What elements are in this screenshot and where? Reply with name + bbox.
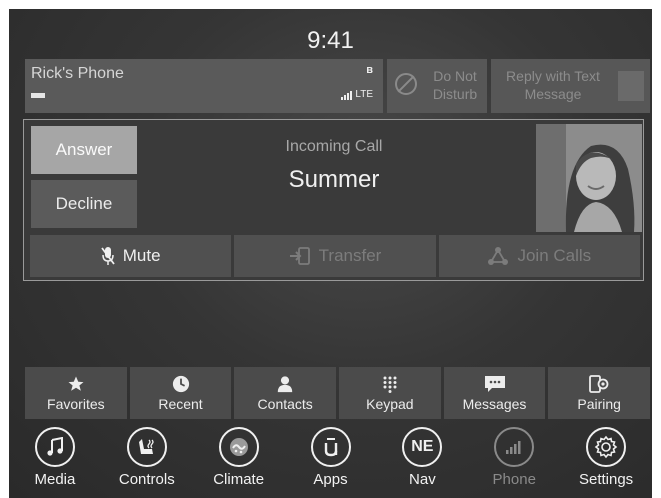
network-label: LTE	[355, 89, 373, 100]
tab-recent-label: Recent	[158, 395, 203, 412]
tab-keypad[interactable]: Keypad	[339, 367, 441, 419]
tab-favorites[interactable]: Favorites	[25, 367, 127, 419]
join-calls-button[interactable]: Join Calls	[438, 235, 640, 277]
compass-heading: NE	[411, 438, 434, 455]
compass-icon: NE	[402, 427, 443, 467]
nav-apps-label: Apps	[313, 471, 348, 488]
reply-thumbnail	[618, 71, 644, 101]
nav-controls-label: Controls	[118, 471, 175, 488]
tab-recent[interactable]: Recent	[129, 367, 232, 419]
apps-icon	[310, 427, 351, 467]
decline-button[interactable]: Decline	[31, 180, 137, 228]
nav-phone[interactable]: Phone	[468, 425, 560, 498]
incoming-call-panel: Answer Decline Incoming Call Summer Mute…	[23, 119, 644, 281]
join-calls-label: Join Calls	[517, 246, 592, 265]
signal-indicator: LTE	[341, 89, 373, 100]
keypad-icon	[382, 375, 398, 393]
phone-signal-icon	[494, 427, 535, 467]
incoming-call-label: Incoming Call	[285, 138, 383, 155]
phone-name: Rick's Phone	[31, 65, 124, 82]
main-nav-bar: Media Controls Climate Apps NE Nav Phone…	[9, 425, 652, 498]
nav-nav-label: Nav	[409, 471, 436, 488]
nav-settings[interactable]: Settings	[560, 425, 652, 498]
nav-nav[interactable]: NE Nav	[376, 425, 468, 498]
battery-icon	[31, 93, 45, 98]
gear-icon	[586, 427, 627, 467]
call-action-bar: Mute Transfer Join Calls	[30, 235, 640, 277]
answer-button[interactable]: Answer	[31, 126, 137, 174]
transfer-button[interactable]: Transfer	[234, 235, 436, 277]
nav-settings-label: Settings	[578, 471, 634, 488]
do-not-disturb-button[interactable]: Do Not Disturb	[387, 59, 487, 113]
transfer-label: Transfer	[318, 246, 382, 265]
mute-label: Mute	[122, 246, 161, 265]
message-icon	[484, 375, 506, 393]
nav-media[interactable]: Media	[9, 425, 101, 498]
person-icon	[276, 375, 294, 393]
tab-messages-label: Messages	[462, 395, 527, 412]
tab-pairing-label: Pairing	[577, 395, 621, 412]
music-note-icon	[34, 427, 75, 467]
tab-keypad-label: Keypad	[366, 395, 414, 412]
nav-climate[interactable]: Climate	[193, 425, 285, 498]
clock: 9:41	[307, 27, 354, 54]
tab-contacts[interactable]: Contacts	[234, 367, 337, 419]
caller-photo	[536, 124, 642, 232]
seat-icon	[126, 427, 167, 467]
nav-media-label: Media	[34, 471, 76, 488]
phone-status-panel[interactable]: Rick's Phone ʙ LTE	[25, 59, 383, 113]
infotainment-screen: 9:41 Rick's Phone ʙ LTE Do Not Disturb R…	[9, 9, 652, 498]
tab-contacts-label: Contacts	[257, 395, 313, 412]
status-row: Rick's Phone ʙ LTE Do Not Disturb Reply …	[25, 59, 650, 113]
transfer-icon	[289, 247, 310, 265]
reply-with-text-label: Reply with Text Message	[506, 68, 600, 102]
do-not-disturb-icon	[395, 73, 417, 95]
nav-apps[interactable]: Apps	[285, 425, 377, 498]
climate-icon	[218, 427, 259, 467]
join-calls-icon	[488, 247, 509, 265]
tab-messages[interactable]: Messages	[443, 367, 546, 419]
tab-pairing[interactable]: Pairing	[548, 367, 651, 419]
reply-with-text-button[interactable]: Reply with Text Message	[491, 59, 650, 113]
nav-controls[interactable]: Controls	[101, 425, 193, 498]
star-icon	[67, 375, 85, 393]
bluetooth-icon: ʙ	[366, 64, 373, 76]
nav-phone-label: Phone	[492, 471, 536, 488]
do-not-disturb-label: Do Not Disturb	[432, 68, 478, 102]
clock-icon	[172, 375, 190, 393]
tab-favorites-label: Favorites	[47, 395, 105, 412]
mute-button[interactable]: Mute	[30, 235, 232, 277]
pairing-icon	[588, 374, 610, 393]
caller-name: Summer	[288, 166, 380, 193]
mute-mic-icon	[101, 247, 115, 265]
nav-climate-label: Climate	[213, 471, 265, 488]
phone-nav-bar: Favorites Recent Contacts Keypad Message…	[25, 367, 651, 419]
